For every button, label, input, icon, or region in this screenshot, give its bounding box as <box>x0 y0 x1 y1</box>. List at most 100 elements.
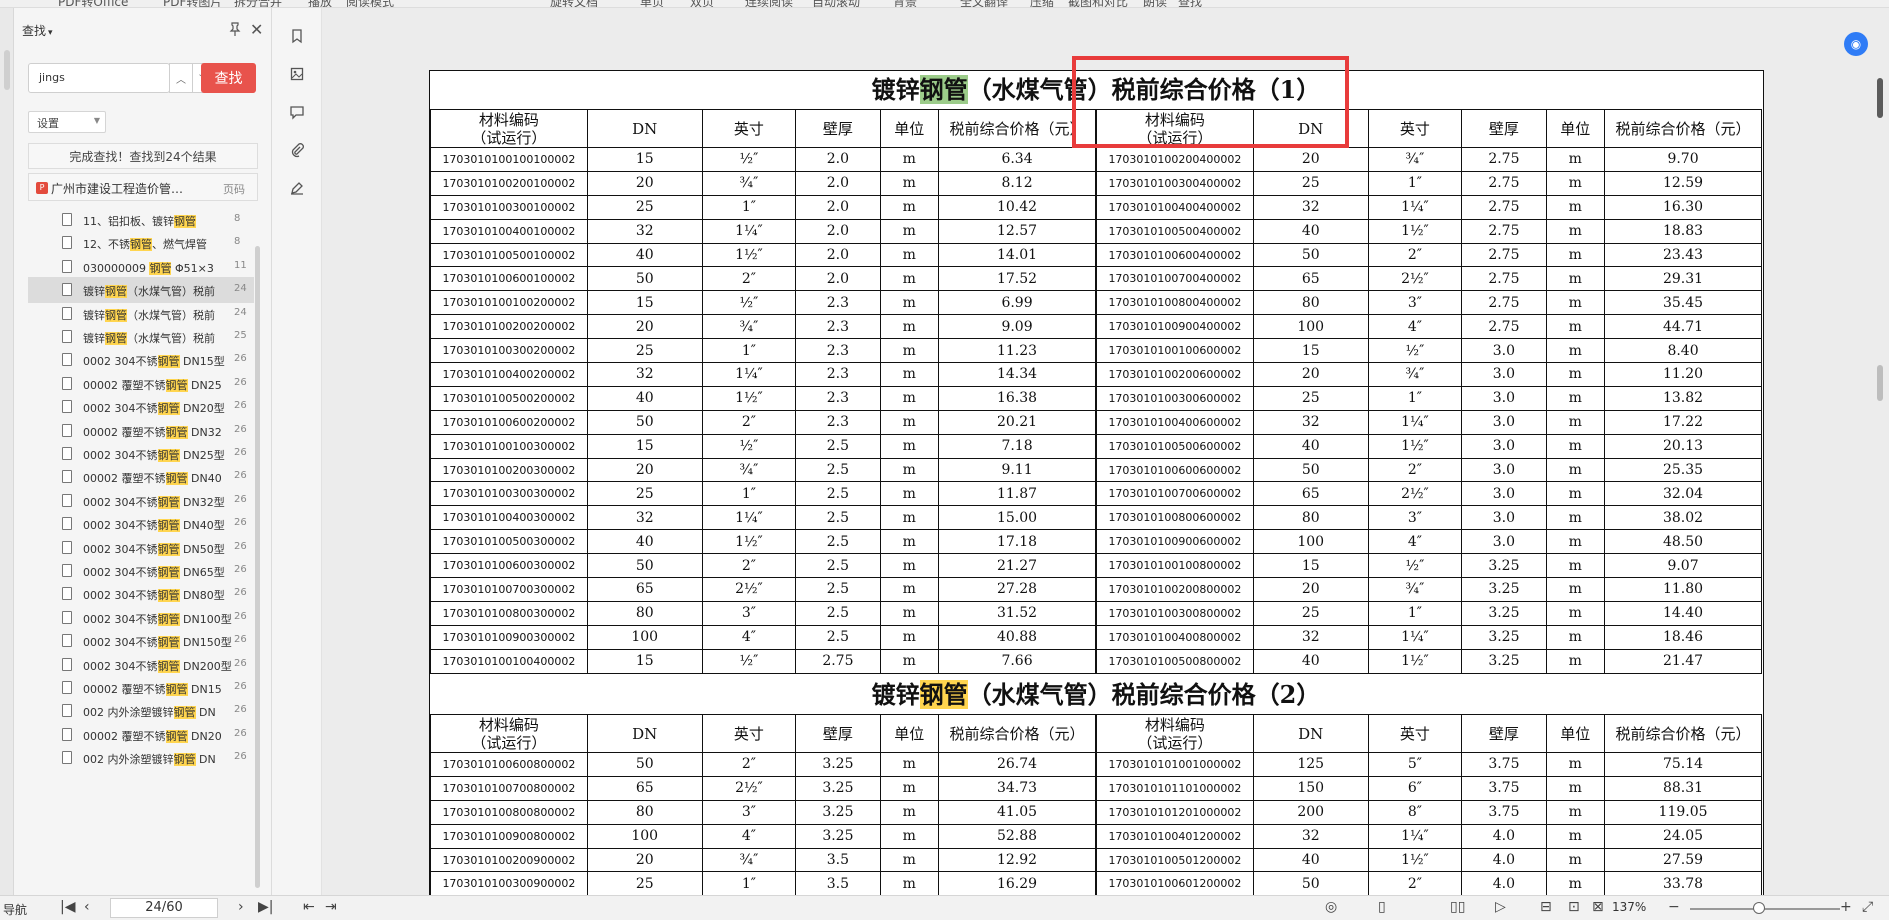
table-cell: 8.12 <box>938 170 1096 196</box>
table-cell: 11.20 <box>1604 362 1762 387</box>
bookmark-icon[interactable] <box>289 28 305 44</box>
single-page-icon[interactable]: ▯ <box>1378 899 1386 915</box>
actual-size-icon[interactable]: ⊠ <box>1592 899 1604 915</box>
search-result-item[interactable]: 0002 304不锈钢管 DN20型 26 <box>28 394 254 420</box>
double-page-icon[interactable]: ▯▯ <box>1450 899 1465 915</box>
previous-page-icon[interactable]: ‹ <box>84 899 90 915</box>
next-page-icon[interactable]: › <box>238 899 244 915</box>
search-result-item[interactable]: 030000009 钢管 Φ51×3 11 <box>28 254 254 280</box>
search-result-item[interactable]: 0002 304不锈钢管 DN200型 26 <box>28 652 254 678</box>
close-icon[interactable]: ✕ <box>250 20 263 39</box>
table-cell: 1703010100601200002 <box>1096 871 1254 895</box>
thumbnail-icon[interactable] <box>289 66 305 82</box>
signature-icon[interactable] <box>289 180 305 196</box>
search-result-item[interactable]: 镀锌钢管（水煤气管）税前 24 <box>28 277 254 304</box>
toolbar-item[interactable]: 背景 <box>893 0 917 7</box>
table-cell: m <box>1545 362 1606 387</box>
toolbar-item[interactable]: 截图和对比 <box>1068 0 1128 7</box>
table-cell: 50 <box>586 266 703 292</box>
search-result-item[interactable]: 00002 覆塑不锈钢管 DN40 26 <box>28 464 254 490</box>
toolbar-item[interactable]: 自动滚动 <box>812 0 860 7</box>
search-result-item[interactable]: 002 内外涂塑镀锌钢管 DN 26 <box>28 745 254 771</box>
play-icon[interactable]: ▷ <box>1495 899 1506 915</box>
document-group-row[interactable]: P 广州市建设工程造价管… 页码 <box>28 173 258 201</box>
navigation-label[interactable]: 导航 <box>3 901 27 918</box>
pin-icon[interactable] <box>228 22 242 36</box>
table-cell: m <box>1545 775 1606 801</box>
table-row: 1703010100500400002 40 1½″ 2.75 m 18.83 <box>1096 218 1762 244</box>
search-result-item[interactable]: 002 内外涂塑镀锌钢管 DN 26 <box>28 698 254 724</box>
search-result-item[interactable]: 0002 304不锈钢管 DN150型 26 <box>28 628 254 654</box>
search-result-item[interactable]: 0002 304不锈钢管 DN15型 26 <box>28 347 254 373</box>
toolbar-item[interactable]: 压缩 <box>1030 0 1054 7</box>
table-title: 镀锌钢管（水煤气管）税前综合价格（2） <box>430 676 1762 714</box>
panel-scrollbar[interactable] <box>255 246 260 888</box>
zoom-slider-knob[interactable] <box>1753 902 1765 914</box>
toolbar-item[interactable]: 连续阅读 <box>745 0 793 7</box>
zoom-slider[interactable] <box>1690 908 1840 910</box>
toolbar-item[interactable]: 旋转文档 <box>550 0 598 7</box>
table-cell: m <box>1545 847 1606 873</box>
panel-header[interactable]: 查找 ▾ <box>22 22 53 39</box>
result-text: 0002 304不锈钢管 DN65型 <box>83 564 235 580</box>
last-page-icon[interactable]: ▶| <box>258 899 273 915</box>
zoom-in-icon[interactable]: + <box>1840 899 1852 915</box>
result-highlight: 钢管 <box>105 308 127 322</box>
zoom-level[interactable]: 137% <box>1612 900 1646 914</box>
search-input[interactable]: jings <box>28 63 170 93</box>
find-button[interactable]: 查找 <box>201 63 256 93</box>
fit-width-icon[interactable]: ⊟ <box>1540 899 1552 915</box>
vertical-scrollbar-thumb[interactable] <box>1877 78 1883 118</box>
search-result-item[interactable]: 12、不锈钢管、燃气焊管 8 <box>28 230 254 256</box>
selection-rectangle[interactable] <box>1072 56 1349 148</box>
eye-protection-icon[interactable]: ◎ <box>1325 899 1337 915</box>
table-cell: 50 <box>586 409 703 435</box>
search-result-item[interactable]: 0002 304不锈钢管 DN65型 26 <box>28 558 254 584</box>
table-cell: 1703010100900400002 <box>1096 314 1254 340</box>
search-result-item[interactable]: 镀锌钢管（水煤气管）税前 24 <box>28 301 254 327</box>
search-result-item[interactable]: 0002 304不锈钢管 DN25型 26 <box>28 441 254 467</box>
forward-icon[interactable]: ⇥ <box>325 899 337 915</box>
search-result-item[interactable]: 0002 304不锈钢管 DN80型 26 <box>28 581 254 607</box>
toolbar-item[interactable]: 朗读 <box>1143 0 1167 7</box>
toolbar-item[interactable]: PDF转图片 <box>163 0 222 7</box>
search-result-item[interactable]: 00002 覆塑不锈钢管 DN15 26 <box>28 675 254 701</box>
search-result-item[interactable]: 00002 覆塑不锈钢管 DN20 26 <box>28 722 254 748</box>
toolbar-item[interactable]: 双页 <box>690 0 714 7</box>
comment-icon[interactable] <box>289 104 305 120</box>
fit-page-icon[interactable]: ⊡ <box>1568 899 1580 915</box>
document-icon <box>62 634 72 648</box>
toolbar-item[interactable]: 全文翻译 <box>960 0 1008 7</box>
toolbar-item[interactable]: 播放 <box>308 0 332 7</box>
page-number-input[interactable]: 24/60 <box>110 898 218 918</box>
search-result-item[interactable]: 11、铝扣板、镀锌钢管 8 <box>28 207 254 233</box>
result-page-number: 26 <box>234 610 247 622</box>
toolbar-item[interactable]: 查找 <box>1178 0 1202 7</box>
toolbar-item[interactable]: 单页 <box>640 0 664 7</box>
table-cell: m <box>879 147 940 172</box>
toolbar-item[interactable]: 阅读模式 <box>346 0 394 7</box>
result-text: 11、铝扣板、镀锌钢管 <box>83 213 235 229</box>
assistant-icon[interactable]: ◉ <box>1844 32 1868 56</box>
toolbar-item[interactable]: PDF转Office <box>58 0 128 7</box>
fullscreen-icon[interactable]: ⤢ <box>1862 899 1873 915</box>
strip-handle[interactable] <box>4 50 10 90</box>
back-icon[interactable]: ⇤ <box>303 899 315 915</box>
search-result-item[interactable]: 0002 304不锈钢管 DN100型 26 <box>28 605 254 631</box>
document-viewport[interactable]: 镀锌钢管（水煤气管）税前综合价格（1） 材料编码 （试运行） DN 英寸 壁厚 单位 税前综… <box>322 8 1889 895</box>
settings-dropdown[interactable]: 设置 ▼ <box>28 111 106 133</box>
search-result-item[interactable]: 00002 覆塑不锈钢管 DN25 26 <box>28 371 254 397</box>
table-row: 1703010100300200002 25 1″ 2.3 m 11.23 <box>430 338 1096 364</box>
previous-result-button[interactable]: ︿ <box>169 63 193 93</box>
search-result-item[interactable]: 镀锌钢管（水煤气管）税前 25 <box>28 324 254 350</box>
toolbar-item[interactable]: 拆分合并 <box>234 0 282 7</box>
first-page-icon[interactable]: |◀ <box>60 899 75 915</box>
result-highlight: 钢管 <box>157 495 180 509</box>
zoom-out-icon[interactable]: − <box>1668 899 1680 915</box>
search-result-item[interactable]: 00002 覆塑不锈钢管 DN32 26 <box>28 418 254 444</box>
table-cell: 1703010100100600002 <box>1096 338 1254 364</box>
search-result-item[interactable]: 0002 304不锈钢管 DN50型 26 <box>28 535 254 561</box>
attachment-icon[interactable] <box>289 142 305 158</box>
search-result-item[interactable]: 0002 304不锈钢管 DN32型 26 <box>28 488 254 514</box>
search-result-item[interactable]: 0002 304不锈钢管 DN40型 26 <box>28 511 254 537</box>
